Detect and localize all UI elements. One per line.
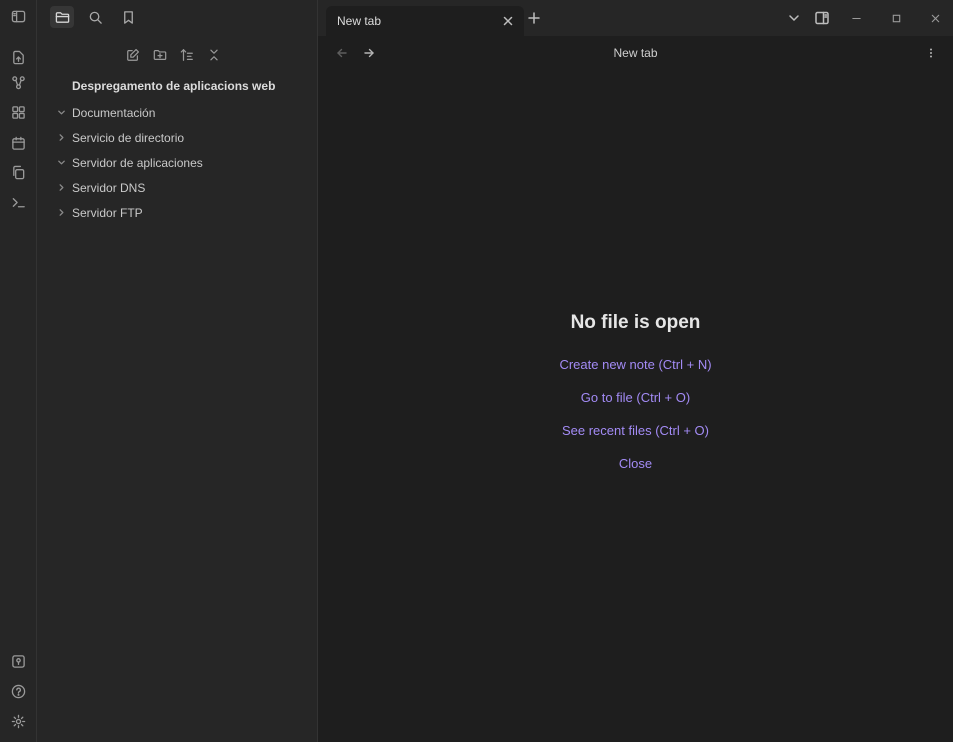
sidebar-tab-header: [37, 0, 318, 36]
quick-switcher-icon[interactable]: [8, 47, 28, 67]
close-icon[interactable]: [500, 13, 516, 29]
left-ribbon: [0, 0, 37, 742]
vault-name[interactable]: Despregamento de aplicacions web: [72, 79, 275, 93]
command-palette-icon[interactable]: [8, 192, 28, 212]
settings-gear-icon[interactable]: [8, 711, 28, 731]
graph-view-icon[interactable]: [8, 72, 28, 92]
vault-switcher-icon[interactable]: [8, 651, 28, 671]
chevron-right-icon: [54, 206, 68, 220]
folder-label: Servicio de directorio: [72, 130, 185, 145]
empty-state-heading: No file is open: [570, 312, 701, 333]
bookmark-icon: [121, 10, 136, 25]
chevron-down-icon: [54, 156, 68, 170]
collapse-all-icon[interactable]: [203, 44, 225, 66]
sort-order-icon[interactable]: [176, 44, 198, 66]
search-icon: [88, 10, 103, 25]
right-sidebar-toggle-icon[interactable]: [813, 9, 831, 27]
file-tree: Documentación Servicio de directorio Ser…: [54, 100, 314, 225]
folder-label: Documentación: [72, 105, 156, 120]
chevron-right-icon: [54, 181, 68, 195]
go-to-file-link[interactable]: Go to file (Ctrl + O): [318, 389, 953, 422]
tree-folder-item[interactable]: Servicio de directorio: [54, 125, 314, 150]
tab-list-chevron-down-icon[interactable]: [785, 9, 803, 27]
minimize-icon[interactable]: [847, 9, 865, 27]
workspace-main: New tab No file is open Create new note …: [318, 36, 953, 742]
search-tab[interactable]: [83, 6, 107, 28]
more-options-icon[interactable]: [923, 45, 939, 61]
chevron-right-icon: [54, 131, 68, 145]
files-tab[interactable]: [50, 6, 74, 28]
templates-copy-icon[interactable]: [8, 162, 28, 182]
empty-state: No file is open Create new note (Ctrl + …: [318, 312, 953, 488]
sidebar-toggle-icon[interactable]: [8, 6, 28, 26]
canvas-icon[interactable]: [8, 102, 28, 122]
new-folder-icon[interactable]: [149, 44, 171, 66]
tab-label: New tab: [337, 14, 382, 28]
file-explorer-sidebar: Despregamento de aplicacions web Documen…: [37, 0, 318, 742]
tree-folder-item[interactable]: Servidor FTP: [54, 200, 314, 225]
help-icon[interactable]: [8, 681, 28, 701]
window-close-icon[interactable]: [926, 9, 944, 27]
close-link[interactable]: Close: [318, 455, 953, 488]
new-tab-plus-icon[interactable]: [525, 9, 543, 27]
see-recent-files-link[interactable]: See recent files (Ctrl + O): [318, 422, 953, 455]
tree-folder-item[interactable]: Servidor DNS: [54, 175, 314, 200]
create-new-note-link[interactable]: Create new note (Ctrl + N): [318, 356, 953, 389]
folder-label: Servidor de aplicaciones: [72, 155, 203, 170]
maximize-icon[interactable]: [887, 9, 905, 27]
folder-icon: [55, 10, 70, 25]
folder-label: Servidor DNS: [72, 180, 146, 195]
tree-folder-item[interactable]: Servidor de aplicaciones: [54, 150, 314, 175]
tree-folder-item[interactable]: Documentación: [54, 100, 314, 125]
tab-bar: New tab: [318, 0, 953, 36]
tab-new-tab[interactable]: New tab: [326, 6, 524, 36]
new-note-icon[interactable]: [122, 44, 144, 66]
chevron-down-icon: [54, 106, 68, 120]
bookmarks-tab[interactable]: [116, 6, 140, 28]
folder-label: Servidor FTP: [72, 205, 143, 220]
file-explorer-actions: [37, 44, 318, 66]
daily-note-calendar-icon[interactable]: [8, 133, 28, 153]
view-title: New tab: [613, 46, 658, 60]
view-header: New tab: [318, 36, 953, 70]
